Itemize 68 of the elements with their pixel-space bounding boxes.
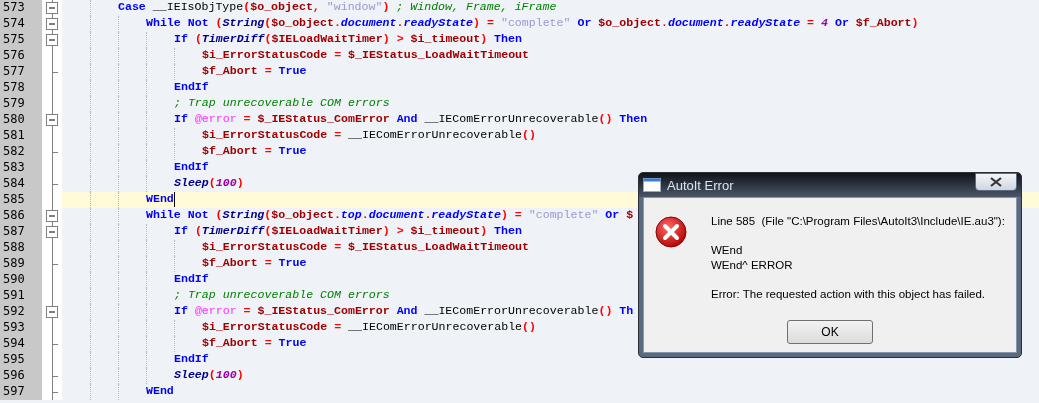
code-line: Sleep(100) xyxy=(174,176,244,191)
code-line: $i_ErrorStatusCode = __IEComErrorUnrecoverable() xyxy=(202,320,536,335)
code-line: Sleep(100) xyxy=(174,368,244,383)
code-line: If @error = $_IEStatus_ComError And __IEComErrorUnrecoverable() Th xyxy=(174,304,634,319)
collapse-icon[interactable] xyxy=(46,210,58,222)
code-line: EndIf xyxy=(174,272,209,287)
code-line: ; Trap unrecoverable COM errors xyxy=(174,288,390,303)
close-icon xyxy=(990,177,1002,187)
line-number: 575 xyxy=(0,32,42,48)
line-number: 589 xyxy=(0,256,42,272)
line-number: 578 xyxy=(0,80,42,96)
line-number: 587 xyxy=(0,224,42,240)
code-line: If @error = $_IEStatus_ComError And __IEComErrorUnrecoverable() Then xyxy=(174,112,648,127)
close-button[interactable] xyxy=(975,173,1017,191)
line-number: 580 xyxy=(0,112,42,128)
code-line: $i_ErrorStatusCode = $_IEStatus_LoadWaitTimeout xyxy=(202,48,529,63)
code-line: Case __IEIsObjType($o_object, "window") ; Window, Frame, iFrame xyxy=(118,0,557,15)
error-message: WEnd^ ERROR xyxy=(711,258,794,273)
line-number: 581 xyxy=(0,128,42,144)
collapse-icon[interactable] xyxy=(46,306,58,318)
code-line: EndIf xyxy=(174,160,209,175)
code-line: If (TimerDiff($IELoadWaitTimer) > $i_timeout) Then xyxy=(174,224,522,239)
line-number: 583 xyxy=(0,160,42,176)
line-number: 573 xyxy=(0,0,42,16)
code-line: $f_Abort = True xyxy=(202,144,307,159)
code-line: $i_ErrorStatusCode = __IEComErrorUnrecoverable() xyxy=(202,128,536,143)
line-number: 595 xyxy=(0,352,42,368)
line-number: 576 xyxy=(0,48,42,64)
code-line: While Not (String($o_object.document.readyState) = "complete" Or $o_object.document.readyState = 4 Or $f_Abort) xyxy=(146,16,919,31)
line-number: 584 xyxy=(0,176,42,192)
ok-button[interactable]: OK xyxy=(787,320,873,344)
code-line: $i_ErrorStatusCode = $_IEStatus_LoadWaitTimeout xyxy=(202,240,529,255)
code-line: $f_Abort = True xyxy=(202,256,307,271)
error-message: Error: The requested action with this object has failed. xyxy=(711,287,987,302)
collapse-icon[interactable] xyxy=(46,226,58,238)
collapse-icon[interactable] xyxy=(46,114,58,126)
line-number: 596 xyxy=(0,368,42,384)
code-line: $f_Abort = True xyxy=(202,64,307,79)
window-icon xyxy=(643,178,661,192)
code-line: If (TimerDiff($IELoadWaitTimer) > $i_timeout) Then xyxy=(174,32,522,47)
collapse-icon[interactable] xyxy=(46,2,58,14)
line-number: 585 xyxy=(0,192,42,208)
code-line: EndIf xyxy=(174,80,209,95)
line-number: 586 xyxy=(0,208,42,224)
line-number: 582 xyxy=(0,144,42,160)
line-number: 592 xyxy=(0,304,42,320)
error-message: WEnd xyxy=(711,243,744,258)
code-line: While Not (String($o_object.top.document.readyState) = "complete" Or $ xyxy=(146,208,634,223)
text-cursor xyxy=(173,192,175,207)
line-number: 574 xyxy=(0,16,42,32)
error-icon xyxy=(655,216,687,248)
line-number: 591 xyxy=(0,288,42,304)
code-line: EndIf xyxy=(174,352,209,367)
error-message: Line 585 (File "C:\Program Files\AutoIt3\Include\IE.au3"): xyxy=(711,214,1005,229)
line-number: 594 xyxy=(0,336,42,352)
code-line: ; Trap unrecoverable COM errors xyxy=(174,96,390,111)
line-number: 593 xyxy=(0,320,42,336)
line-number: 597 xyxy=(0,384,42,400)
line-number: 590 xyxy=(0,272,42,288)
line-number: 579 xyxy=(0,96,42,112)
line-number: 577 xyxy=(0,64,42,80)
code-line: $f_Abort = True xyxy=(202,336,307,351)
collapse-icon[interactable] xyxy=(46,18,58,30)
code-line: WEnd xyxy=(146,192,174,207)
dialog-title: AutoIt Error xyxy=(667,177,735,193)
code-line: WEnd xyxy=(146,384,174,399)
line-number: 588 xyxy=(0,240,42,256)
collapse-icon[interactable] xyxy=(46,34,58,46)
